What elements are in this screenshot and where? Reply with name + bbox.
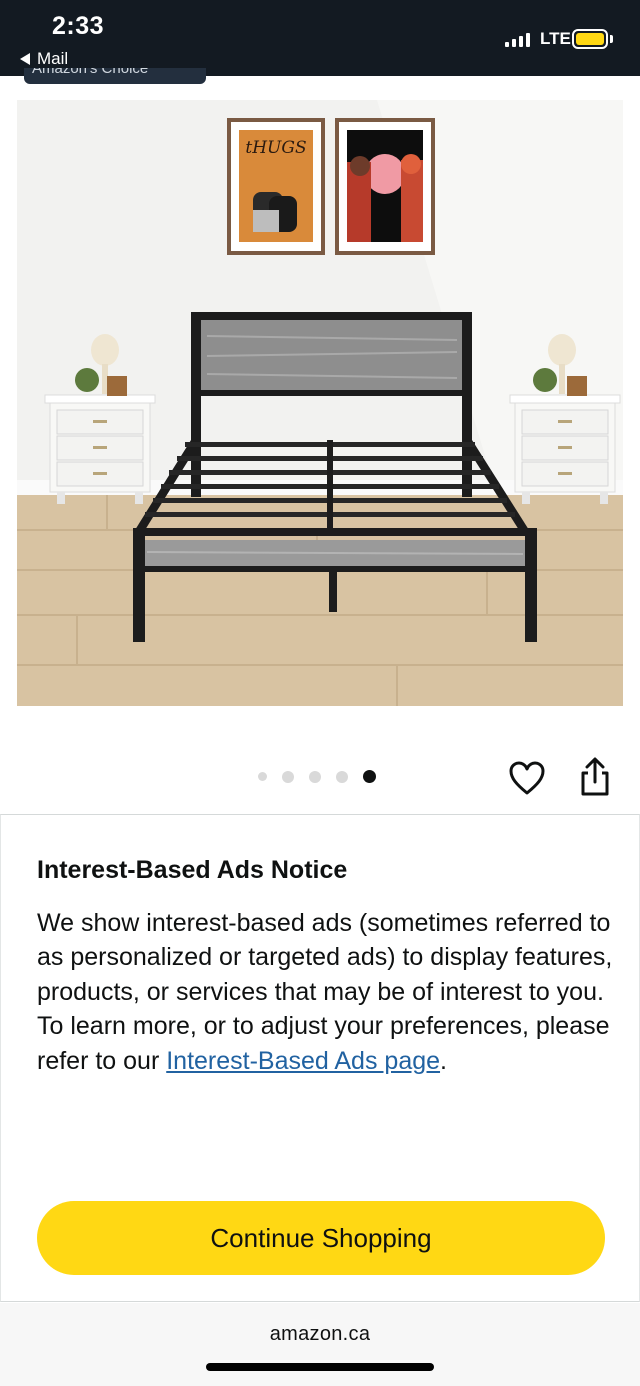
notice-title: Interest-Based Ads Notice: [37, 856, 348, 884]
heart-icon[interactable]: [508, 760, 546, 796]
carousel-dot[interactable]: [282, 770, 294, 783]
continue-shopping-button[interactable]: Continue Shopping: [37, 1201, 605, 1275]
network-type: LTE: [540, 29, 571, 48]
notice-body: We show interest-based ads (sometimes re…: [37, 906, 617, 1078]
product-image[interactable]: tHUGS: [17, 100, 623, 706]
signal-icon: [505, 31, 530, 47]
interest-ads-page-link[interactable]: Interest-Based Ads page: [166, 1047, 440, 1075]
status-bar: 2:33 Mail LTE: [0, 0, 640, 76]
amazons-choice-badge: Amazon's Choice: [24, 68, 206, 84]
poster-text: tHUGS: [245, 138, 306, 158]
url-text[interactable]: amazon.ca: [0, 1323, 640, 1346]
status-time: 2:33: [52, 12, 105, 40]
carousel-dot[interactable]: [309, 770, 321, 783]
back-label: Mail: [37, 49, 69, 68]
interest-ads-notice: Interest-Based Ads Notice We show intere…: [0, 814, 640, 1302]
battery-icon: [572, 29, 608, 49]
back-to-mail-button[interactable]: Mail: [20, 49, 68, 69]
carousel-indicator[interactable]: [258, 770, 376, 783]
share-icon[interactable]: [578, 756, 612, 798]
notice-body-period: .: [440, 1046, 447, 1075]
carousel-dot-active[interactable]: [363, 770, 376, 783]
carousel-dot[interactable]: [258, 772, 267, 781]
carousel-dot[interactable]: [336, 770, 348, 783]
back-arrow-icon: [20, 53, 30, 65]
home-indicator[interactable]: [206, 1363, 434, 1371]
browser-url-bar: amazon.ca: [0, 1303, 640, 1386]
battery-nub: [610, 35, 613, 43]
